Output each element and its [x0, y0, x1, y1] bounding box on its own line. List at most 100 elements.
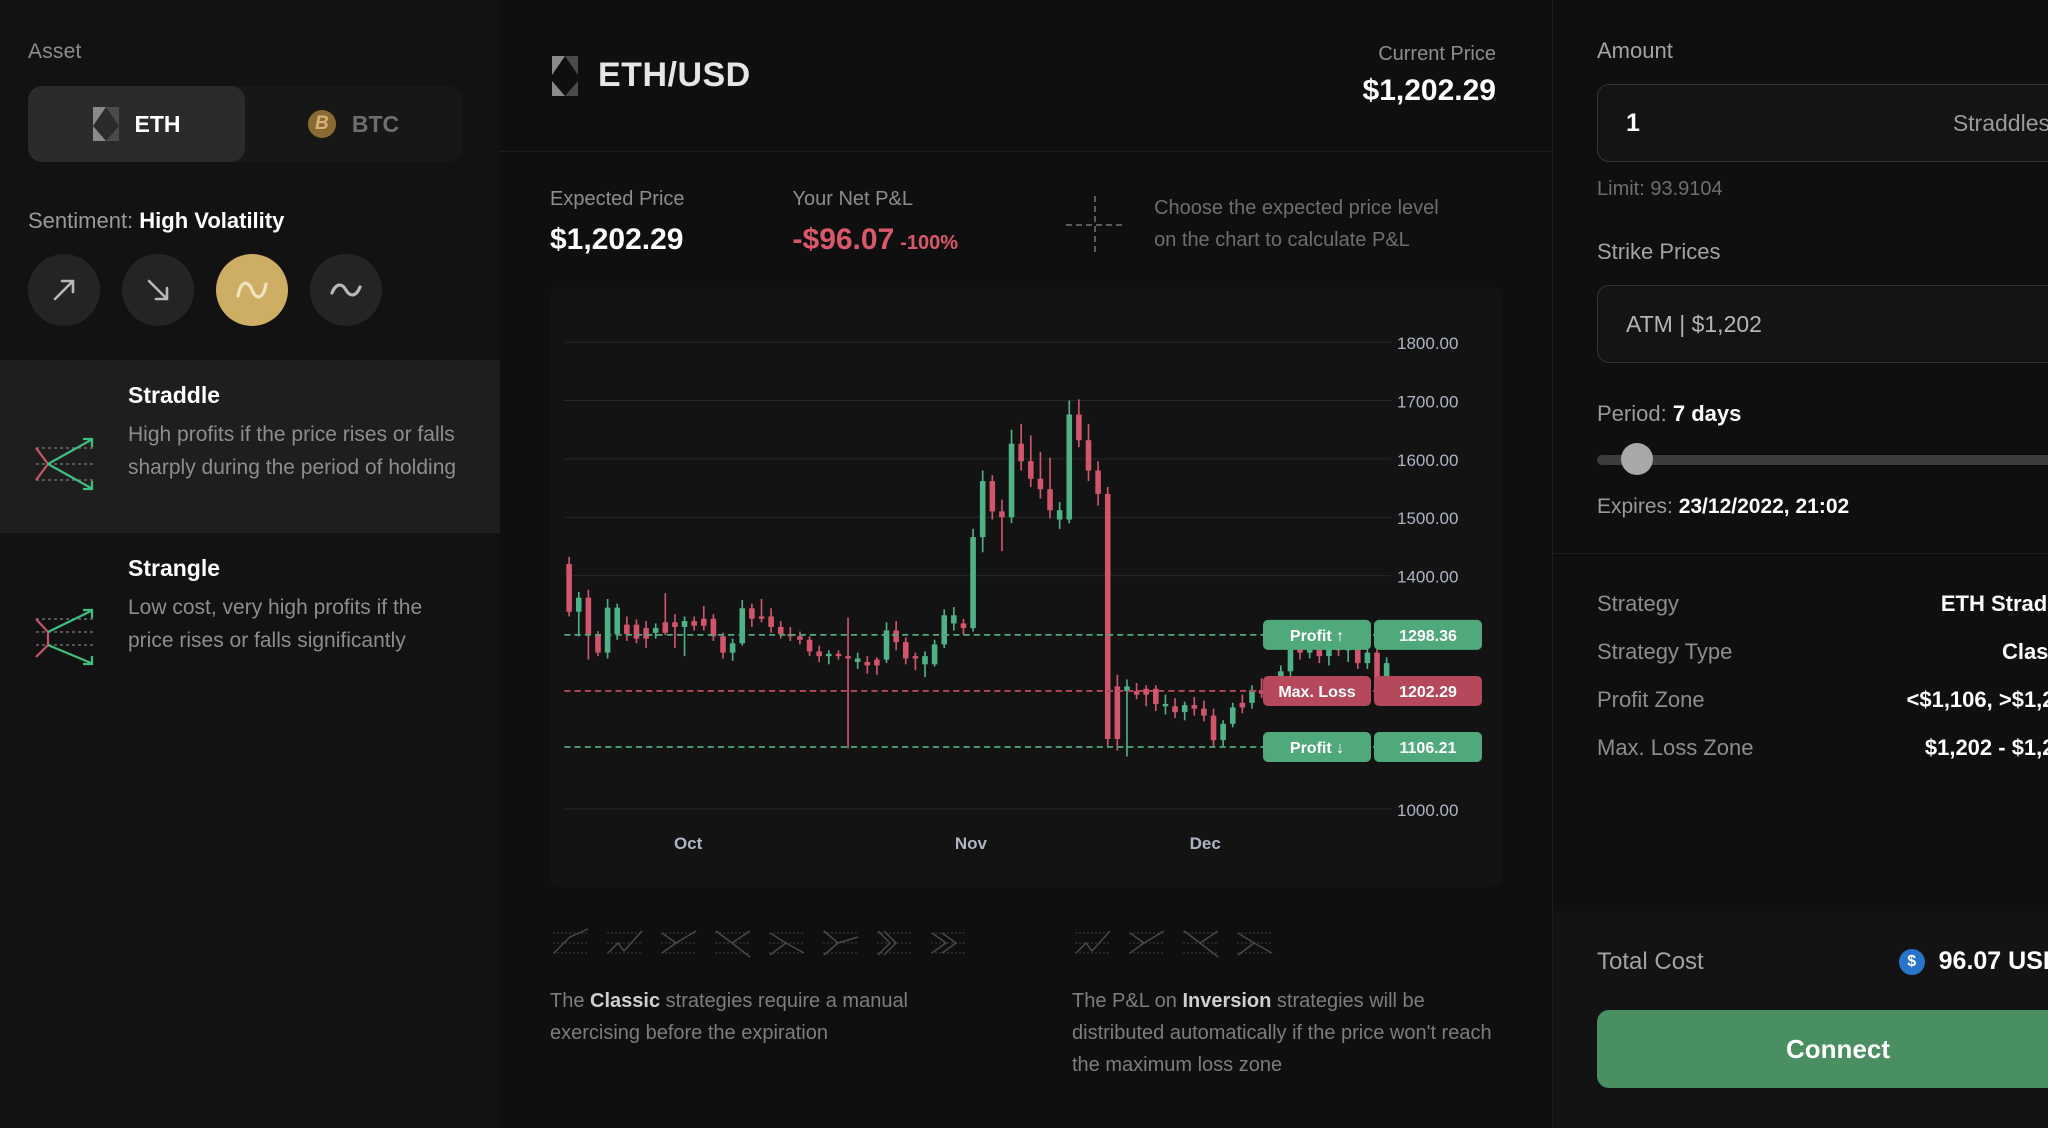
amount-unit: Straddles — [1952, 109, 2048, 136]
strategy-strangle-desc: Low cost, very high profits if the price… — [128, 596, 423, 652]
summary-row: Strategy ETH Straddle — [1597, 580, 2048, 628]
svg-text:1298.36: 1298.36 — [1399, 628, 1457, 645]
expected-price-block: Expected Price $1,202.29 — [550, 188, 685, 257]
svg-text:Max. Loss: Max. Loss — [1278, 684, 1355, 701]
total-cost-label: Total Cost — [1597, 947, 1704, 975]
summary-value: Classic — [2001, 639, 2048, 664]
payoff-diagram-icon — [607, 930, 643, 954]
chart-hint-line1: Choose the expected price level — [1154, 197, 1439, 219]
y-axis-tick-label: 1400.00 — [1397, 568, 1458, 587]
summary-key: Max. Loss Zone — [1597, 735, 1754, 760]
chart-marker-profit-down: Profit ↓ 1106.21 — [1263, 732, 1482, 763]
usdc-icon: $ — [1898, 948, 1925, 975]
total-cost-value-wrap: $ 96.07 USDC — [1898, 947, 2048, 976]
asset-option-btc[interactable]: B BTC — [245, 86, 462, 162]
summary-value: ETH Straddle — [1940, 591, 2048, 616]
net-pl-value: -$96.07 — [792, 223, 895, 256]
amount-label: Amount — [1597, 38, 1673, 63]
asset-section: Asset ETH B BTC Sentiment: High Volatili… — [0, 0, 500, 326]
payoff-diagram-icon — [823, 930, 859, 956]
svg-text:1202.29: 1202.29 — [1399, 684, 1457, 701]
net-pl-label: Your Net P&L — [792, 188, 913, 210]
chart-hint-line2: on the chart to calculate P&L — [1154, 229, 1410, 251]
legend-inversion-pre: The P&L on — [1072, 990, 1183, 1012]
chart-header: ETH/USD Current Price $1,202.29 — [500, 0, 1552, 152]
strategy-strangle-body: Strangle Low cost, very high profits if … — [128, 555, 472, 680]
legend-classic-text: The Classic strategies require a manual … — [550, 985, 980, 1049]
sentiment-option-bearish[interactable] — [122, 254, 194, 326]
legend-classic-pre: The — [550, 990, 591, 1012]
payoff-diagram-icon — [661, 930, 697, 954]
legend-inversion-bold: Inversion — [1182, 990, 1272, 1012]
period-section: Period: 7 days Expires: 23/12/2022, 21:0… — [1553, 363, 2048, 519]
expires-value: 23/12/2022, 21:02 — [1678, 495, 1850, 518]
svg-text:1106.21: 1106.21 — [1400, 740, 1457, 757]
strategy-straddle-title: Straddle — [128, 382, 221, 408]
price-chart[interactable]: 1800.00 1700.00 1600.00 1500.00 1400.00 1000.… — [550, 287, 1502, 887]
y-axis-tick-label: 1600.00 — [1397, 451, 1458, 470]
sentiment-option-high-volatility[interactable] — [216, 254, 288, 326]
amount-limit: Limit: 93.9104 — [1597, 178, 1723, 200]
pair-block: ETH/USD — [550, 56, 751, 96]
svg-text:Profit ↓: Profit ↓ — [1290, 740, 1344, 757]
y-axis-tick-label: 1500.00 — [1397, 509, 1458, 528]
strategy-list: Straddle High profits if the price rises… — [0, 360, 500, 706]
summary-key: Strategy — [1597, 591, 1679, 616]
amount-input[interactable]: 1 Straddles — [1597, 84, 2048, 162]
chart-panel: ETH/USD Current Price $1,202.29 Expected… — [500, 0, 1553, 1128]
strategy-card-straddle[interactable]: Straddle High profits if the price rises… — [0, 360, 500, 533]
expected-price-label: Expected Price — [550, 188, 685, 210]
current-price-value: $1,202.29 — [1362, 74, 1496, 107]
payoff-diagram-icon — [1129, 930, 1165, 954]
asset-label: Asset — [28, 40, 82, 63]
ethereum-icon — [550, 56, 580, 96]
strike-label: Strike Prices — [1597, 239, 1721, 264]
current-price-label: Current Price — [1378, 43, 1496, 65]
sentiment-value: High Volatility — [139, 208, 285, 233]
y-axis-tick-label: 1700.00 — [1397, 393, 1458, 412]
strategy-card-strangle[interactable]: Strangle Low cost, very high profits if … — [0, 533, 500, 706]
arrow-up-right-icon — [53, 279, 75, 301]
payoff-diagram-icon — [715, 930, 751, 958]
period-slider-thumb[interactable] — [1621, 443, 1654, 475]
asset-option-eth-label: ETH — [134, 110, 181, 137]
summary-value: <$1,106, >$1,298 — [1906, 687, 2048, 712]
expires-label: Expires: — [1597, 495, 1673, 518]
period-value: 7 days — [1672, 401, 1742, 426]
x-axis-tick-label: Oct — [674, 834, 703, 853]
summary-key: Profit Zone — [1597, 687, 1705, 712]
legend-classic: The Classic strategies require a manual … — [550, 923, 980, 1081]
strike-value: ATM | $1,202 — [1626, 310, 1762, 337]
connect-button[interactable]: Connect — [1597, 1010, 2048, 1088]
strike-section: Strike Prices ATM | $1,202 — [1553, 201, 2048, 363]
period-row: Period: 7 days — [1597, 401, 2048, 427]
sine-wave-icon — [236, 281, 268, 299]
sentiment-row: Sentiment: High Volatility — [28, 208, 472, 234]
period-slider-track — [1597, 455, 2048, 465]
asset-option-eth[interactable]: ETH — [28, 86, 245, 162]
straddle-payoff-icon — [28, 382, 106, 507]
amount-section: Amount 1 Straddles Limit: 93.9104 — [1553, 0, 2048, 201]
arrow-down-right-icon — [147, 279, 169, 301]
period-slider[interactable] — [1597, 443, 2048, 475]
payoff-diagram-icon — [1183, 930, 1219, 958]
sentiment-options — [28, 254, 472, 326]
pl-summary-row: Expected Price $1,202.29 Your Net P&L -$… — [500, 152, 1552, 257]
payoff-diagram-icon — [1075, 930, 1111, 954]
sentiment-option-low-volatility[interactable] — [310, 254, 382, 326]
net-pl-percent: -100% — [900, 232, 959, 254]
y-axis-tick-label: 1800.00 — [1397, 334, 1458, 353]
strangle-payoff-icon — [28, 555, 106, 680]
tilde-wave-icon — [330, 283, 362, 297]
strike-select[interactable]: ATM | $1,202 — [1597, 285, 2048, 363]
sentiment-option-bullish[interactable] — [28, 254, 100, 326]
asset-option-btc-label: BTC — [351, 110, 400, 137]
payoff-diagram-icon — [931, 932, 966, 954]
y-axis-tick-label: 1000.00 — [1397, 801, 1458, 820]
asset-toggle-group[interactable]: ETH B BTC — [28, 86, 462, 162]
expected-price-value: $1,202.29 — [550, 223, 684, 256]
total-cost-row: Total Cost $ 96.07 USDC — [1597, 947, 2048, 976]
x-axis-tick-label: Nov — [955, 834, 988, 853]
summary-row: Strategy Type Classic — [1597, 628, 2048, 676]
trading-app: Asset ETH B BTC Sentiment: High Volatili… — [0, 0, 2048, 1128]
